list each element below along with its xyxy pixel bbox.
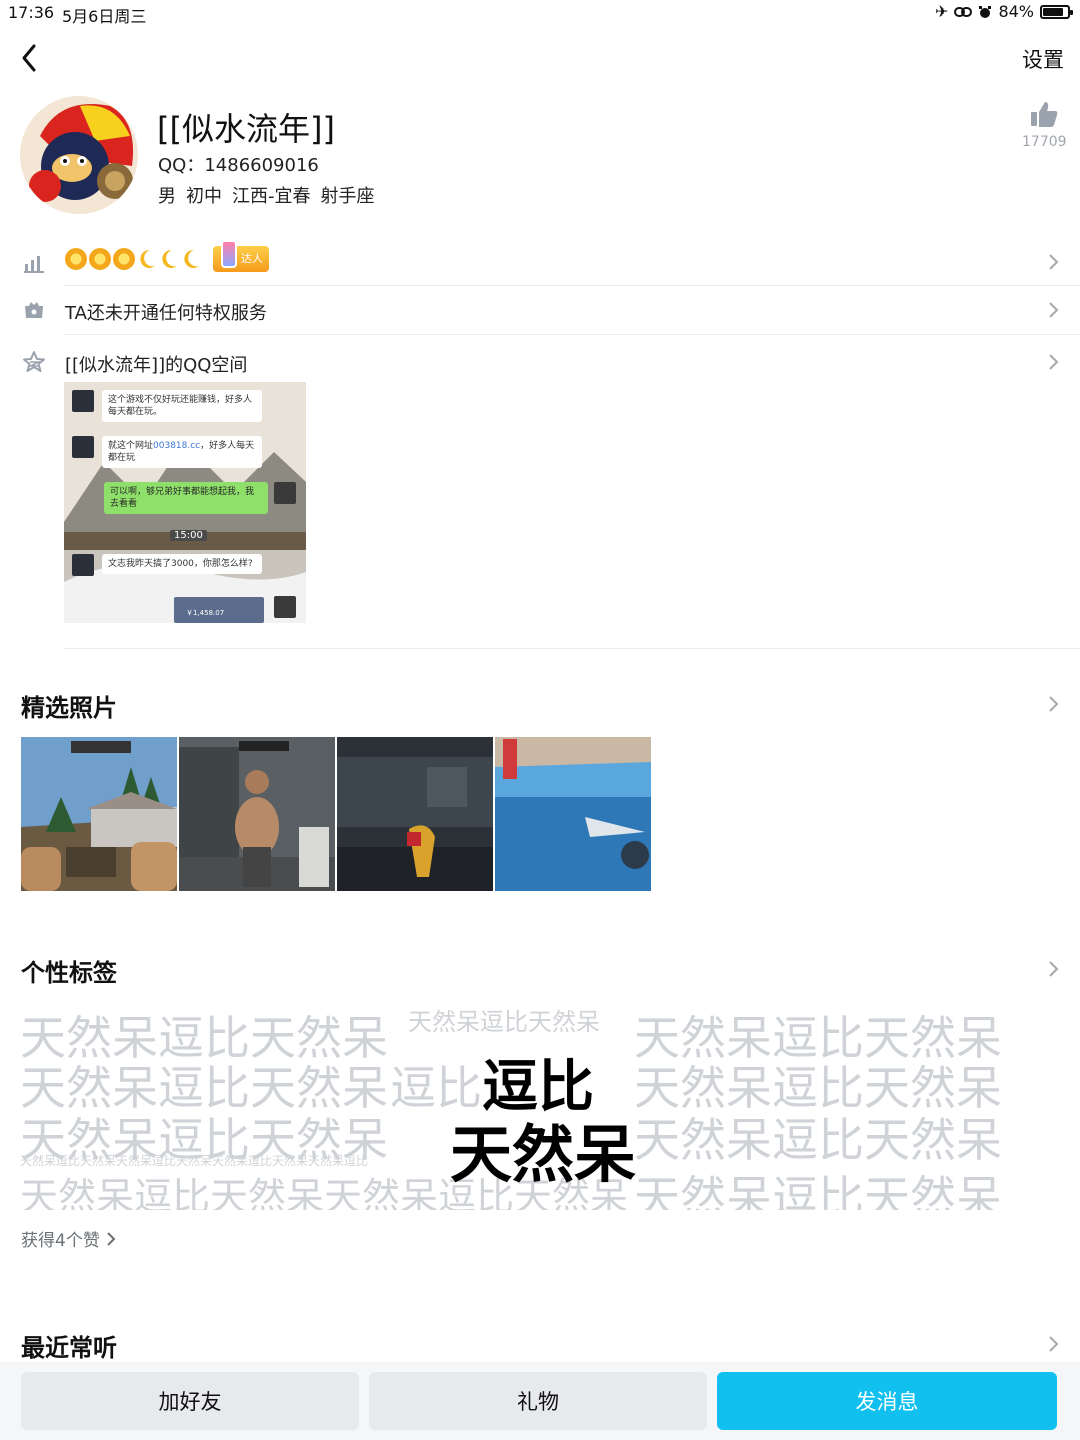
tags-title: 个性标签 bbox=[21, 959, 117, 987]
photo-thumb[interactable] bbox=[495, 737, 651, 891]
chat-message-2-a: 就这个网址 bbox=[108, 441, 154, 451]
moon-icon bbox=[140, 249, 155, 268]
education: 初中 bbox=[186, 186, 222, 207]
back-chevron-icon[interactable] bbox=[16, 40, 46, 76]
divider bbox=[64, 648, 1080, 649]
privilege-row[interactable]: TA还未开通任何特权服务 bbox=[0, 286, 1080, 334]
chat-message-2: 就这个网址003818.cc，好多人每天都在玩 bbox=[102, 436, 262, 468]
add-friend-button[interactable]: 加好友 bbox=[21, 1372, 359, 1430]
level-icons: 达人 bbox=[65, 240, 269, 272]
location: 江西-宜春 bbox=[232, 186, 311, 207]
divider bbox=[64, 334, 1080, 335]
qzone-preview-image[interactable]: 这个游戏不仅好玩还能赚钱，好多人每天都在玩。 就这个网址003818.cc，好多… bbox=[64, 382, 306, 623]
profile-info: 男 初中 江西-宜春 射手座 bbox=[158, 182, 375, 208]
daren-badge: 达人 bbox=[213, 240, 269, 272]
daren-badge-label: 达人 bbox=[241, 252, 263, 265]
chat-amount: ￥1,458.07 bbox=[186, 609, 225, 617]
status-right: ✈ 84% bbox=[935, 2, 1073, 21]
nickname: [[似水流年]] bbox=[157, 110, 335, 148]
chevron-right-icon bbox=[107, 1231, 116, 1246]
chevron-right-icon[interactable] bbox=[1046, 959, 1060, 979]
chat-time: 15:00 bbox=[170, 530, 207, 541]
qzone-row[interactable]: [[似水流年]]的QQ空间 bbox=[0, 338, 1080, 386]
chat-avatar bbox=[72, 554, 94, 576]
thumbs-up-icon bbox=[1031, 102, 1058, 127]
tag-cloud[interactable]: 天然呆逗比天然呆 天然呆逗比天然呆 天然呆逗比天然呆 天然呆逗比天然呆 逗比 天… bbox=[20, 998, 1060, 1210]
tag-filler: 天然呆逗比天然呆 bbox=[634, 1113, 1002, 1167]
battery-percent: 84% bbox=[998, 2, 1034, 21]
chevron-right-icon bbox=[1049, 254, 1059, 270]
battery-icon bbox=[1040, 4, 1073, 19]
photo-grid bbox=[21, 737, 651, 891]
privilege-bag-icon bbox=[25, 302, 43, 318]
link-icon bbox=[954, 6, 973, 17]
photos-title: 精选照片 bbox=[21, 694, 117, 722]
chevron-right-icon[interactable] bbox=[1046, 694, 1060, 714]
alarm-icon bbox=[979, 5, 992, 18]
level-row[interactable]: 达人 bbox=[0, 238, 1080, 286]
avatar[interactable] bbox=[20, 96, 138, 214]
chat-avatar bbox=[274, 482, 296, 504]
photo-thumb[interactable] bbox=[179, 737, 335, 891]
chat-avatar bbox=[72, 390, 94, 412]
chat-message-3: 可以啊，够兄弟好事都能想起我，我去看看 bbox=[104, 482, 268, 514]
tag-likes-link[interactable]: 获得4个赞 bbox=[21, 1226, 116, 1251]
chat-message-2-link: 003818.cc bbox=[153, 441, 201, 451]
qzone-label: [[似水流年]]的QQ空间 bbox=[65, 355, 248, 376]
chat-message-1: 这个游戏不仅好玩还能赚钱，好多人每天都在玩。 bbox=[102, 390, 262, 422]
tag-likes-text: 获得4个赞 bbox=[21, 1231, 100, 1251]
tag-filler: 天然呆逗比天然呆 bbox=[634, 1171, 1002, 1210]
gender: 男 bbox=[158, 186, 176, 207]
crown-icon bbox=[113, 248, 135, 270]
level-chart-icon bbox=[24, 256, 44, 273]
phone-icon bbox=[221, 240, 237, 268]
tag-tianranda[interactable]: 天然呆 bbox=[450, 1104, 636, 1194]
settings-button[interactable]: 设置 bbox=[1022, 44, 1064, 74]
status-date: 5月6日周三 bbox=[62, 7, 147, 26]
send-message-button[interactable]: 发消息 bbox=[717, 1372, 1057, 1430]
privilege-label: TA还未开通任何特权服务 bbox=[65, 303, 267, 324]
chat-avatar bbox=[72, 436, 94, 458]
qzone-star-icon bbox=[23, 351, 45, 372]
like-count: 17709 bbox=[1022, 134, 1067, 150]
bottom-action-bar: 加好友 礼物 发消息 bbox=[0, 1362, 1080, 1440]
chevron-right-icon bbox=[1049, 354, 1059, 370]
chat-message-4: 文志我昨天搞了3000，你那怎么样? bbox=[102, 554, 262, 574]
airplane-icon: ✈ bbox=[935, 2, 949, 21]
status-bar: 17:36 5月6日周三 ✈ 84% bbox=[0, 0, 1080, 26]
qq-number: QQ：1486609016 bbox=[158, 155, 319, 176]
zodiac: 射手座 bbox=[320, 186, 375, 207]
gift-button[interactable]: 礼物 bbox=[369, 1372, 707, 1430]
crown-icon bbox=[89, 248, 111, 270]
moon-icon bbox=[184, 249, 199, 268]
tag-filler: 天然呆逗比天然呆 bbox=[408, 1008, 600, 1036]
like-button[interactable]: 17709 bbox=[1022, 100, 1067, 150]
crown-icon bbox=[65, 248, 87, 270]
status-time: 17:36 bbox=[8, 3, 55, 22]
chevron-right-icon[interactable] bbox=[1046, 1334, 1060, 1354]
photo-thumb[interactable] bbox=[337, 737, 493, 891]
moon-icon bbox=[162, 249, 177, 268]
chevron-right-icon bbox=[1049, 302, 1059, 318]
photo-thumb[interactable] bbox=[21, 737, 177, 891]
recent-title: 最近常听 bbox=[21, 1334, 117, 1362]
chat-avatar bbox=[274, 596, 296, 618]
